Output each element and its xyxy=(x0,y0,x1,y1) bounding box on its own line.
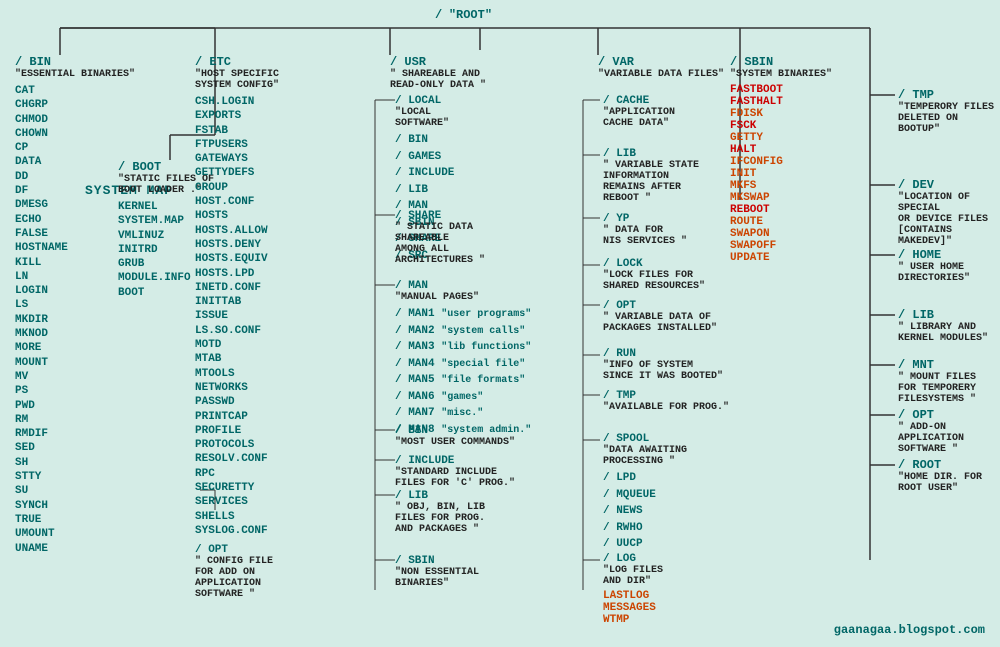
opt-desc: " ADD-ON APPLICATIONSOFTWARE " xyxy=(898,422,1000,455)
var-yp-section: / YP " DATA FORNIS SERVICES " xyxy=(603,213,687,247)
usr-bin-section: / BIN "MOST USER COMMANDS" xyxy=(395,425,515,448)
usr-label: / USR xyxy=(390,55,486,69)
var-lock-desc: "LOCK FILES FORSHARED RESOURCES" xyxy=(603,270,705,292)
page: / "ROOT" SYSTEM MAP / BIN "ESSENTIAL BIN… xyxy=(0,0,1000,647)
root-label: / xyxy=(435,8,442,22)
bin-label: / BIN xyxy=(15,55,135,69)
var-lib-label: / LIB xyxy=(603,148,699,160)
usr-lib-section: / LIB " OBJ, BIN, LIBFILES FOR PROG.AND … xyxy=(395,490,485,535)
usr-include-section: / INCLUDE "STANDARD INCLUDEFILES FOR 'C'… xyxy=(395,455,515,489)
usr-include-label: / INCLUDE xyxy=(395,455,515,467)
sbin-files: FASTBOOT FASTHALT FDISK FSCK GETTY HALT … xyxy=(730,84,832,264)
var-log-desc: "LOG FILESAND DIR" xyxy=(603,565,663,587)
var-spool-label: / SPOOL xyxy=(603,433,687,445)
usr-bin-label: / BIN xyxy=(395,425,515,437)
var-spool-subdirs: / LPD / MQUEUE / NEWS / RWHO / UUCP xyxy=(603,470,687,553)
var-tmp-label: / TMP xyxy=(603,390,729,402)
lib-desc: " LIBRARY ANDKERNEL MODULES" xyxy=(898,322,988,344)
var-opt-desc: " VARIABLE DATA OFPACKAGES INSTALLED" xyxy=(603,312,717,334)
usr-man-desc: "MANUAL PAGES" xyxy=(395,292,531,303)
etc-label: / ETC xyxy=(195,55,279,69)
root-node: / "ROOT" xyxy=(435,8,492,22)
var-cache-desc: "APPLICATIONCACHE DATA" xyxy=(603,107,675,129)
sbin-desc: "SYSTEM BINARIES" xyxy=(730,69,832,80)
bin-desc: "ESSENTIAL BINARIES" xyxy=(15,69,135,80)
usr-lib-label: / LIB xyxy=(395,490,485,502)
mnt-desc: " MOUNT FILESFOR TEMPORERYFILESYSTEMS " xyxy=(898,372,976,405)
var-tmp-desc: "AVAILABLE FOR PROG." xyxy=(603,402,729,413)
root-dir-desc: "HOME DIR. FORROOT USER" xyxy=(898,472,982,494)
usr-man-subdirs: / MAN1 "user programs" / MAN2 "system ca… xyxy=(395,306,531,438)
lib-label: / LIB xyxy=(898,308,988,322)
usr-share-section: / SHARE " STATIC DATASHAREABLEAMONG ALLA… xyxy=(395,210,485,266)
etc-opt-label: / OPT xyxy=(195,544,279,556)
etc-opt-desc: " CONFIG FILEFOR ADD ONAPPLICATIONSOFTWA… xyxy=(195,556,279,600)
usr-man-section: / MAN "MANUAL PAGES" / MAN1 "user progra… xyxy=(395,280,531,438)
var-yp-desc: " DATA FORNIS SERVICES " xyxy=(603,225,687,247)
root-dir-label: / ROOT xyxy=(898,458,982,472)
mnt-label: / MNT xyxy=(898,358,976,372)
opt-label: / OPT xyxy=(898,408,1000,422)
tmp-label: / TMP xyxy=(898,88,1000,102)
var-spool-desc: "DATA AWAITINGPROCESSING " xyxy=(603,445,687,467)
etc-files: CSH.LOGIN EXPORTS FSTAB FTPUSERS GATEWAY… xyxy=(195,95,279,538)
var-section: / VAR "VARIABLE DATA FILES" xyxy=(598,55,724,80)
var-log-section: / LOG "LOG FILESAND DIR" LASTLOG MESSAGE… xyxy=(603,553,663,626)
usr-lib-desc: " OBJ, BIN, LIBFILES FOR PROG.AND PACKAG… xyxy=(395,502,485,535)
root-dir-section: / ROOT "HOME DIR. FORROOT USER" xyxy=(898,458,982,494)
dev-desc: "LOCATION OF SPECIALOR DEVICE FILES[CONT… xyxy=(898,192,1000,247)
tmp-section: / TMP "TEMPERORY FILESDELETED ON BOOTUP" xyxy=(898,88,1000,135)
etc-opt-section: / OPT " CONFIG FILEFOR ADD ONAPPLICATION… xyxy=(195,544,279,600)
usr-sbin-section: / SBIN "NON ESSENTIALBINARIES" xyxy=(395,555,479,589)
mnt-section: / MNT " MOUNT FILESFOR TEMPORERYFILESYST… xyxy=(898,358,976,405)
usr-desc: " SHAREABLE ANDREAD-ONLY DATA " xyxy=(390,69,486,91)
sbin-section: / SBIN "SYSTEM BINARIES" FASTBOOT FASTHA… xyxy=(730,55,832,264)
var-opt-section: / OPT " VARIABLE DATA OFPACKAGES INSTALL… xyxy=(603,300,717,334)
var-run-desc: "INFO OF SYSTEMSINCE IT WAS BOOTED" xyxy=(603,360,723,382)
usr-section: / USR " SHAREABLE ANDREAD-ONLY DATA " xyxy=(390,55,486,91)
usr-local-desc: "LOCALSOFTWARE" xyxy=(395,107,454,129)
var-tmp-section: / TMP "AVAILABLE FOR PROG." xyxy=(603,390,729,413)
usr-share-label: / SHARE xyxy=(395,210,485,222)
usr-sbin-desc: "NON ESSENTIALBINARIES" xyxy=(395,567,479,589)
var-yp-label: / YP xyxy=(603,213,687,225)
watermark: gaanagaa.blogspot.com xyxy=(834,623,985,637)
usr-man-label: / MAN xyxy=(395,280,531,292)
dev-label: / DEV xyxy=(898,178,1000,192)
etc-section: / ETC "HOST SPECIFICSYSTEM CONFIG" CSH.L… xyxy=(195,55,279,600)
var-log-files: LASTLOG MESSAGES WTMP xyxy=(603,590,663,626)
home-section: / HOME " USER HOMEDIRECTORIES" xyxy=(898,248,970,284)
usr-include-desc: "STANDARD INCLUDEFILES FOR 'C' PROG." xyxy=(395,467,515,489)
home-label: / HOME xyxy=(898,248,970,262)
var-cache-section: / CACHE "APPLICATIONCACHE DATA" xyxy=(603,95,675,129)
var-cache-label: / CACHE xyxy=(603,95,675,107)
home-desc: " USER HOMEDIRECTORIES" xyxy=(898,262,970,284)
var-lib-desc: " VARIABLE STATEINFORMATIONREMAINS AFTER… xyxy=(603,160,699,204)
var-lib-section: / LIB " VARIABLE STATEINFORMATIONREMAINS… xyxy=(603,148,699,204)
usr-sbin-label: / SBIN xyxy=(395,555,479,567)
bin-files: CAT CHGRP CHMOD CHOWN CP DATA DD DF DMES… xyxy=(15,84,135,556)
etc-desc: "HOST SPECIFICSYSTEM CONFIG" xyxy=(195,69,279,91)
bin-section: / BIN "ESSENTIAL BINARIES" CAT CHGRP CHM… xyxy=(15,55,135,556)
var-desc: "VARIABLE DATA FILES" xyxy=(598,69,724,80)
var-log-label: / LOG xyxy=(603,553,663,565)
opt-section: / OPT " ADD-ON APPLICATIONSOFTWARE " xyxy=(898,408,1000,455)
lib-section: / LIB " LIBRARY ANDKERNEL MODULES" xyxy=(898,308,988,344)
dev-section: / DEV "LOCATION OF SPECIALOR DEVICE FILE… xyxy=(898,178,1000,247)
usr-local-label: / LOCAL xyxy=(395,95,454,107)
usr-bin-desc: "MOST USER COMMANDS" xyxy=(395,437,515,448)
sbin-label: / SBIN xyxy=(730,55,832,69)
var-opt-label: / OPT xyxy=(603,300,717,312)
tmp-desc: "TEMPERORY FILESDELETED ON BOOTUP" xyxy=(898,102,1000,135)
var-label: / VAR xyxy=(598,55,724,69)
root-name: "ROOT" xyxy=(449,8,492,22)
var-spool-section: / SPOOL "DATA AWAITINGPROCESSING " / LPD… xyxy=(603,433,687,553)
usr-share-desc: " STATIC DATASHAREABLEAMONG ALLARCHITECT… xyxy=(395,222,485,266)
var-run-label: / RUN xyxy=(603,348,723,360)
var-lock-label: / LOCK xyxy=(603,258,705,270)
var-lock-section: / LOCK "LOCK FILES FORSHARED RESOURCES" xyxy=(603,258,705,292)
var-run-section: / RUN "INFO OF SYSTEMSINCE IT WAS BOOTED… xyxy=(603,348,723,382)
